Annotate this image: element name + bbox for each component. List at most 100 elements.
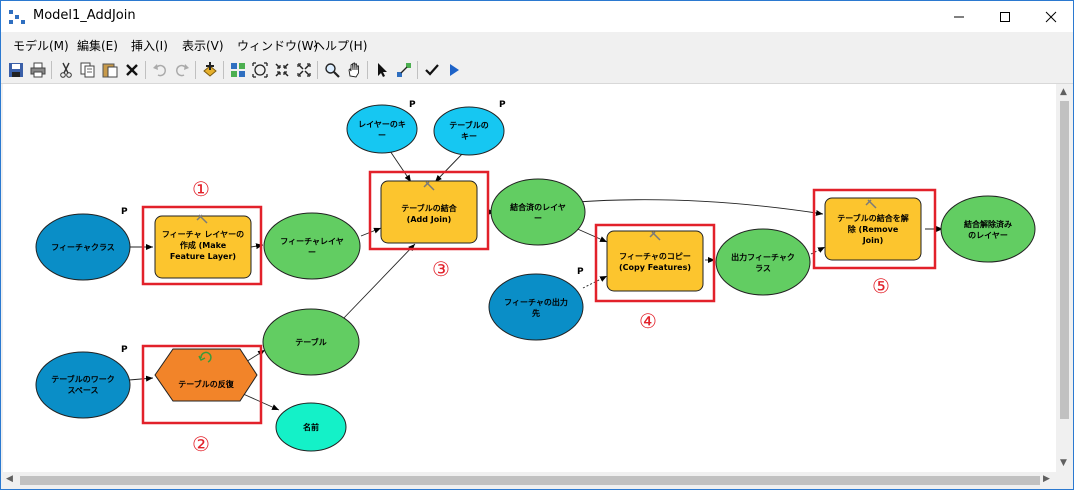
node-unjoined-layer[interactable] (940, 195, 1036, 263)
pointer-icon (378, 63, 387, 77)
add-data-button[interactable] (201, 61, 219, 79)
label-add-join-1: テーブルの結合 (401, 203, 458, 213)
label-layer-key-2: ー (378, 131, 386, 140)
callout-5: ⑤ (872, 274, 890, 298)
scroll-down-icon[interactable]: ▼ (1060, 458, 1067, 468)
label-copy-features-1: フィーチャのコピー (619, 251, 691, 261)
connector-tablekey-to-addjoin (434, 150, 466, 183)
label-make-feature-layer-3: Feature Layer) (170, 252, 236, 261)
cut-button[interactable] (57, 61, 75, 79)
label-add-join-2: (Add Join) (407, 215, 452, 224)
scroll-up-icon[interactable]: ▲ (1060, 87, 1067, 97)
menu-edit[interactable]: 編集(E) (77, 37, 118, 54)
play-icon (450, 64, 459, 76)
pan-button[interactable] (345, 61, 363, 79)
label-feature-output-2: 先 (532, 308, 540, 318)
paste-button[interactable] (101, 61, 119, 79)
menu-help[interactable]: ヘルプ(H) (313, 37, 367, 54)
paste-icon (102, 63, 118, 78)
param-marker: P (409, 100, 416, 110)
zoom-out-fixed-button[interactable] (295, 61, 313, 79)
save-icon (9, 63, 23, 77)
label-table-key-1: テーブルの (449, 120, 489, 130)
callout-3: ③ (432, 257, 450, 281)
param-marker: P (499, 100, 506, 110)
copy-icon (80, 62, 95, 78)
redo-button[interactable] (173, 61, 191, 79)
auto-layout-button[interactable] (229, 61, 247, 79)
connect-icon (397, 63, 411, 77)
full-extent-button[interactable] (251, 61, 269, 79)
undo-button[interactable] (151, 61, 169, 79)
zoom-button[interactable] (323, 61, 341, 79)
label-table-workspace-2: スペース (67, 386, 98, 395)
node-joined-layer[interactable] (490, 178, 586, 246)
title-bar: Model1_AddJoin (1, 1, 1073, 32)
undo-icon (153, 64, 167, 77)
print-button[interactable] (29, 61, 47, 79)
minimize-button[interactable] (936, 1, 982, 32)
label-remove-join-1: テーブルの結合を解 (837, 213, 909, 223)
connector-joinedlayer-to-removejoin (576, 199, 824, 216)
horizontal-scroll-thumb[interactable] (20, 476, 1040, 485)
label-table-key-2: キー (461, 132, 477, 141)
magnifier-icon (325, 63, 340, 78)
label-output-feature-class-1: 出力フィーチャク (731, 252, 795, 262)
add-data-icon (203, 62, 217, 77)
label-feature-layer-1: フィーチャレイヤ (280, 237, 344, 246)
callout-1: ① (192, 177, 210, 201)
fixed-zoom-out-icon (297, 63, 311, 77)
label-copy-features-2: (Copy Features) (619, 263, 691, 272)
node-table-workspace[interactable] (35, 351, 131, 419)
redo-icon (175, 64, 189, 77)
menu-model[interactable]: モデル(M) (13, 37, 69, 54)
menu-view[interactable]: 表示(V) (182, 37, 224, 54)
label-feature-output-1: フィーチャの出力 (504, 297, 568, 307)
node-layer-key[interactable] (346, 104, 418, 154)
vertical-scroll-thumb[interactable] (1060, 101, 1069, 419)
select-button[interactable] (373, 61, 391, 79)
menu-bar: モデル(M) 編集(E) 挿入(I) 表示(V) ウィンドウ(W) ヘルプ(H) (1, 34, 1073, 56)
node-table-key[interactable] (433, 106, 505, 156)
menu-window[interactable]: ウィンドウ(W) (237, 37, 318, 54)
callout-2: ② (192, 432, 210, 456)
connector-layerkey-to-addjoin (387, 147, 412, 183)
scroll-right-icon[interactable]: ▶ (1043, 474, 1050, 484)
run-button[interactable] (445, 61, 463, 79)
auto-layout-icon (231, 63, 245, 77)
label-unjoined-layer-1: 結合解除済み (964, 219, 1012, 229)
maximize-icon (1000, 11, 1010, 22)
callout-4: ④ (639, 309, 657, 333)
menu-insert[interactable]: 挿入(I) (131, 37, 168, 54)
connect-button[interactable] (395, 61, 413, 79)
delete-icon (126, 64, 138, 76)
label-remove-join-3: Join) (862, 236, 884, 245)
node-copy-features[interactable] (606, 230, 704, 292)
hand-icon (348, 62, 359, 78)
save-button[interactable] (7, 61, 25, 79)
fixed-zoom-in-icon (275, 63, 289, 77)
param-marker: P (121, 207, 128, 217)
model-canvas[interactable]: P P P P P フィーチャクラス フィーチャ レイヤーの 作成 (Make … (3, 84, 1056, 472)
maximize-button[interactable] (982, 1, 1028, 32)
copy-button[interactable] (79, 61, 97, 79)
label-joined-layer-2: ー (534, 214, 542, 223)
model-builder-window: Model1_AddJoin モデル(M) 編集(E) 挿入(I) 表示(V) … (0, 0, 1074, 490)
node-feature-output[interactable] (488, 273, 584, 341)
close-icon (1045, 11, 1057, 22)
label-feature-class: フィーチャクラス (51, 242, 115, 252)
validate-button[interactable] (423, 61, 441, 79)
node-output-feature-class[interactable] (715, 228, 811, 296)
modelbuilder-icon (9, 10, 25, 24)
scroll-left-icon[interactable]: ◀ (6, 474, 13, 484)
close-button[interactable] (1028, 1, 1074, 32)
toolbar (1, 57, 1073, 84)
connector-workspace-to-iterate (128, 375, 154, 382)
node-iterate-tables[interactable] (154, 348, 258, 402)
node-feature-layer[interactable] (263, 212, 361, 280)
zoom-in-fixed-button[interactable] (273, 61, 291, 79)
param-marker: P (577, 267, 584, 277)
scissors-icon (60, 62, 72, 78)
label-name: 名前 (303, 422, 319, 432)
delete-button[interactable] (123, 61, 141, 79)
